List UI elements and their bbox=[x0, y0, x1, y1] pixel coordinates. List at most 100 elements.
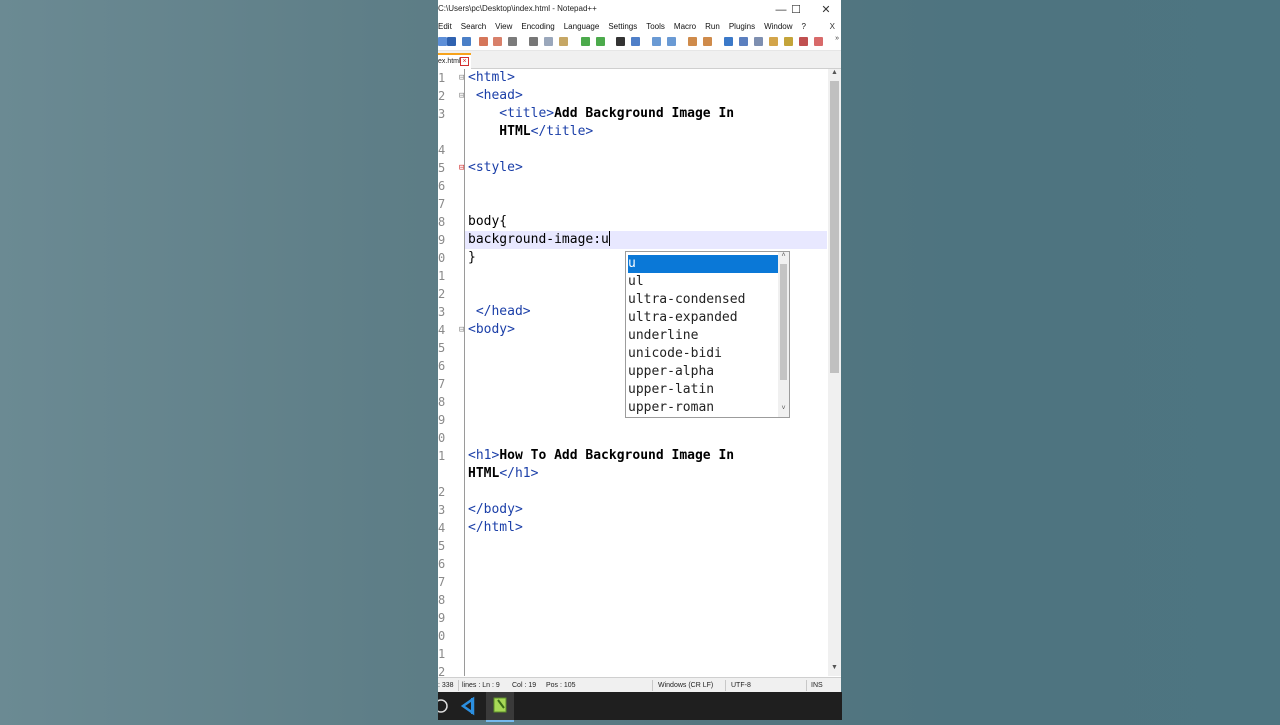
autocomplete-item[interactable]: upper-latin bbox=[628, 381, 778, 399]
find-icon[interactable] bbox=[616, 37, 625, 46]
autocomplete-item[interactable]: upper-roman bbox=[628, 399, 778, 417]
autocomplete-item[interactable]: unicode-bidi bbox=[628, 345, 778, 363]
autocomplete-item[interactable]: u bbox=[628, 255, 778, 273]
code-token: <h1> bbox=[468, 448, 500, 463]
scrollbar-thumb[interactable] bbox=[830, 81, 839, 373]
sync-horizontal-icon[interactable] bbox=[703, 37, 712, 46]
word-wrap-icon[interactable] bbox=[724, 37, 733, 46]
code-line: body{ bbox=[468, 213, 507, 231]
fold-marker-icon[interactable]: ⊟ bbox=[459, 87, 464, 105]
toolbar: » bbox=[438, 34, 841, 51]
autocomplete-scrollbar-thumb[interactable] bbox=[780, 264, 787, 380]
save-all-icon[interactable] bbox=[462, 37, 471, 46]
status-encoding[interactable]: UTF-8 bbox=[731, 682, 751, 689]
menu-item[interactable]: Language bbox=[564, 22, 600, 31]
menu-item[interactable]: View bbox=[495, 22, 512, 31]
fold-marker-icon[interactable]: ⊟ bbox=[459, 69, 464, 87]
line-number: 1 bbox=[438, 647, 446, 661]
autocomplete-item[interactable]: ultra-condensed bbox=[628, 291, 778, 309]
line-number: 7 bbox=[438, 377, 446, 391]
line-number: 8 bbox=[438, 593, 446, 607]
line-number: 3 bbox=[438, 107, 446, 121]
copy-icon[interactable] bbox=[544, 37, 553, 46]
line-number: 3 bbox=[438, 503, 446, 517]
replace-icon[interactable] bbox=[631, 37, 640, 46]
menu-item[interactable]: Plugins bbox=[729, 22, 755, 31]
code-line: background-image:u bbox=[468, 231, 610, 249]
close-all-icon[interactable] bbox=[493, 37, 502, 46]
code-line: <html> bbox=[468, 69, 515, 87]
menu-item[interactable]: Window bbox=[764, 22, 792, 31]
menu-close-button[interactable]: X bbox=[830, 22, 835, 31]
autocomplete-item[interactable]: ul bbox=[628, 273, 778, 291]
tab-bar: ex.html × bbox=[438, 51, 841, 69]
fold-marker-icon[interactable]: ⊟ bbox=[459, 159, 464, 177]
menu-item[interactable]: Encoding bbox=[521, 22, 554, 31]
code-line: <body> bbox=[468, 321, 515, 339]
scroll-down-icon[interactable]: ˅ bbox=[778, 405, 789, 412]
line-number: 7 bbox=[438, 197, 446, 211]
menu-item[interactable]: Edit bbox=[438, 22, 452, 31]
notepadpp-icon[interactable] bbox=[486, 692, 514, 722]
menu-item[interactable]: Macro bbox=[674, 22, 696, 31]
code-line: HTML</h1> bbox=[468, 465, 538, 483]
toolbar-overflow-icon[interactable]: » bbox=[835, 35, 839, 42]
line-number: 3 bbox=[438, 305, 446, 319]
paste-icon[interactable] bbox=[559, 37, 568, 46]
zoom-out-icon[interactable] bbox=[667, 37, 676, 46]
scroll-up-icon[interactable]: ▲ bbox=[828, 69, 841, 76]
folder-as-workspace-icon[interactable] bbox=[769, 37, 778, 46]
menu-item[interactable]: Run bbox=[705, 22, 720, 31]
zoom-in-icon[interactable] bbox=[652, 37, 661, 46]
cut-icon[interactable] bbox=[529, 37, 538, 46]
code-token: </html> bbox=[468, 520, 523, 535]
menu-item[interactable]: Tools bbox=[646, 22, 665, 31]
indent-guide-icon[interactable] bbox=[754, 37, 763, 46]
show-all-characters-icon[interactable] bbox=[739, 37, 748, 46]
menu-item[interactable]: Settings bbox=[608, 22, 637, 31]
record-macro-icon[interactable] bbox=[814, 37, 823, 46]
close-file-icon[interactable] bbox=[479, 37, 488, 46]
line-number: 8 bbox=[438, 395, 446, 409]
close-button[interactable]: ✕ bbox=[813, 2, 839, 18]
autocomplete-item[interactable]: upper-alpha bbox=[628, 363, 778, 381]
code-token: </h1> bbox=[499, 466, 539, 481]
autocomplete-scrollbar[interactable]: ˄ ˅ bbox=[778, 252, 789, 417]
tab-close-icon[interactable]: × bbox=[460, 57, 469, 66]
code-line: </body> bbox=[468, 501, 523, 519]
code-line: <head> bbox=[468, 87, 523, 105]
code-token: background-image:u bbox=[468, 232, 609, 247]
code-line: <h1>How To Add Background Image In bbox=[468, 447, 734, 465]
redo-icon[interactable] bbox=[596, 37, 605, 46]
vscode-icon[interactable] bbox=[454, 692, 482, 720]
autocomplete-item[interactable]: ultra-expanded bbox=[628, 309, 778, 327]
line-number: 4 bbox=[438, 521, 446, 535]
vertical-scrollbar[interactable]: ▲ ▼ bbox=[828, 69, 841, 676]
code-token: HTML bbox=[468, 466, 500, 481]
scroll-down-icon[interactable]: ▼ bbox=[828, 664, 841, 671]
line-number: 5 bbox=[438, 539, 446, 553]
print-icon[interactable] bbox=[508, 37, 517, 46]
autocomplete-item[interactable]: underline bbox=[628, 327, 778, 345]
document-map-icon[interactable] bbox=[784, 37, 793, 46]
status-insert-mode[interactable]: INS bbox=[811, 682, 823, 689]
code-line: <style> bbox=[468, 159, 523, 177]
menu-item[interactable]: Search bbox=[461, 22, 486, 31]
status-eol[interactable]: Windows (CR LF) bbox=[658, 682, 713, 689]
maximize-button[interactable]: ☐ bbox=[783, 2, 809, 18]
code-token: </title> bbox=[530, 124, 594, 139]
scroll-up-icon[interactable]: ˄ bbox=[778, 252, 789, 259]
undo-icon[interactable] bbox=[581, 37, 590, 46]
code-token: </head> bbox=[468, 304, 531, 319]
tab-index-html[interactable]: ex.html × bbox=[438, 53, 471, 69]
menu-item[interactable]: ? bbox=[802, 22, 806, 31]
line-number: 1 bbox=[438, 71, 446, 85]
new-file-icon[interactable] bbox=[438, 37, 447, 46]
menu-items: Edit Search View Encoding Language Settings To… bbox=[438, 22, 815, 31]
sync-vertical-icon[interactable] bbox=[688, 37, 697, 46]
function-list-icon[interactable] bbox=[799, 37, 808, 46]
status-bar: : 338 lines : Ln : 9 Col : 19 Pos : 105 … bbox=[438, 677, 841, 692]
line-number: 5 bbox=[438, 161, 446, 175]
save-icon[interactable] bbox=[447, 37, 456, 46]
fold-marker-icon[interactable]: ⊟ bbox=[459, 321, 464, 339]
